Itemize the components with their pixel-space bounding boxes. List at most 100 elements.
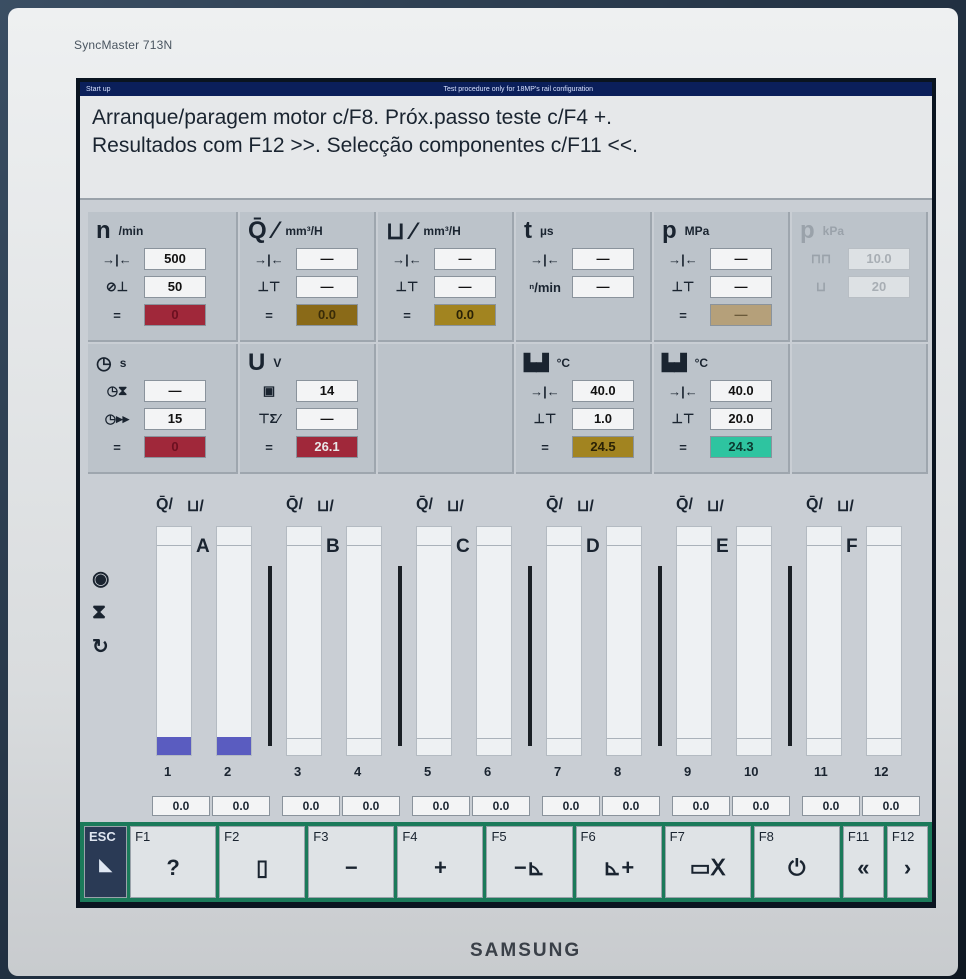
injector-value-5: 0.0 <box>412 796 470 816</box>
panel-temperature-1: ▙▟ °C →|← 40.0 ⊥⊤ 1.0 = 24.5 <box>516 344 652 474</box>
fkey-f11[interactable]: F11 « <box>842 826 884 898</box>
group-header: Q̄/ ⊔/ <box>282 496 412 516</box>
equals-icon: = <box>679 307 687 323</box>
help-icon: ? <box>166 855 180 880</box>
speed-tolerance[interactable]: 50 <box>144 276 206 298</box>
fkey-label: F3 <box>313 829 329 844</box>
delivery-quantity-icon: Q̄/ <box>286 496 303 513</box>
panel-empty <box>378 344 514 474</box>
equals-icon: = <box>113 307 121 323</box>
injector-value-9: 0.0 <box>672 796 730 816</box>
parameter-panels: n/min →|← 500 ⊘⊥ 50 = 0 ◷ s ◷⧗ — ◷▸▸ 15 = 0 Q̄ … <box>88 212 928 492</box>
flow-return-tolerance[interactable]: — <box>434 276 496 298</box>
group-label: C <box>456 536 470 557</box>
fkey-label: F1 <box>135 829 151 844</box>
fkey-f7[interactable]: F7 ▭Ⅹ <box>664 826 751 898</box>
injector-chart: ◉ ⧗ ↻ Q̄/⊔/1 2 A Q̄/⊔/3 4 B Q̄/⊔/5 6 C Q̄/⊔/7 8 D Q̄… <box>88 496 928 796</box>
flow-q-tolerance[interactable]: — <box>296 276 358 298</box>
fkey-f5[interactable]: F5 −⊾ <box>486 826 573 898</box>
group-header: Q̄/ ⊔/ <box>412 496 542 516</box>
fkey-label: F12 <box>891 829 915 844</box>
bar-bottom-tick <box>737 738 771 739</box>
fkey-f2[interactable]: F2 ▯ <box>219 826 306 898</box>
cycle-icon: ↻ <box>92 636 109 658</box>
bar-top-tick <box>417 545 451 546</box>
bar-bottom-tick <box>347 738 381 739</box>
fkey-label: ESC <box>89 829 116 844</box>
bar-top-tick <box>477 545 511 546</box>
panel-time: ◷ s ◷⧗ — ◷▸▸ 15 = 0 <box>88 344 238 474</box>
fkey-f6[interactable]: F6 ⊾+ <box>575 826 662 898</box>
injector-number: 10 <box>744 764 759 779</box>
injector-value-10: 0.0 <box>732 796 790 816</box>
fkey-f1[interactable]: F1? <box>130 826 217 898</box>
injector-number: 1 <box>164 764 172 779</box>
bar-bottom-tick <box>287 738 321 739</box>
bar-bottom-tick <box>607 738 641 739</box>
injector-number: 5 <box>424 764 432 779</box>
kpa-limit: 20 <box>848 276 910 298</box>
function-key-bar: ESC ◣ F1? F2 ▯ F3− F4 + F5 −⊾ F6 ⊾+ F7 ▭Ⅹ F8 ⏻ F11 « F12 › <box>80 822 932 902</box>
voltage-tolerance[interactable]: — <box>296 408 358 430</box>
temp2-setpoint[interactable]: 40.0 <box>710 380 772 402</box>
speed-setpoint[interactable]: 500 <box>144 248 206 270</box>
pressure-unit: MPa <box>684 224 710 238</box>
injector-values: 0.0 0.0 0.0 0.0 0.0 0.0 0.0 0.0 0.0 0.0 0.0 0.0 <box>88 796 928 818</box>
injector-number: 4 <box>354 764 362 779</box>
clipboard-icon: ▯ <box>256 855 269 880</box>
injector-bar-11 <box>806 526 842 756</box>
group-label: F <box>846 536 858 557</box>
setpoint-icon: →|← <box>668 251 698 267</box>
monitor-screen: Start up Test procedure only for 18MP's … <box>76 78 936 908</box>
pulse-symbol: t <box>524 217 532 244</box>
return-quantity-icon: ⊔/ <box>186 498 204 515</box>
injector-bar-3 <box>286 526 322 756</box>
next-icon: › <box>903 855 912 880</box>
panel-empty-2 <box>792 344 928 474</box>
delivery-quantity-icon: Q̄/ <box>676 496 693 513</box>
speed-actual: 0 <box>144 304 206 326</box>
fkey-f8[interactable]: F8 ⏻ <box>753 826 840 898</box>
time-duration[interactable]: 15 <box>144 408 206 430</box>
temp1-setpoint[interactable]: 40.0 <box>572 380 634 402</box>
return-quantity-icon: ⊔/ <box>706 498 724 515</box>
pressure-setpoint[interactable]: — <box>710 248 772 270</box>
temp1-tolerance[interactable]: 1.0 <box>572 408 634 430</box>
flow-q-setpoint[interactable]: — <box>296 248 358 270</box>
equals-icon: = <box>541 439 549 455</box>
pressure-tolerance[interactable]: — <box>710 276 772 298</box>
instruction-message: Arranque/paragem motor c/F8. Próx.passo … <box>80 96 932 200</box>
bar-top-tick <box>157 545 191 546</box>
flow-q-actual: 0.0 <box>296 304 358 326</box>
power-icon: ⏻ <box>788 855 806 880</box>
fkey-esc[interactable]: ESC ◣ <box>84 826 128 898</box>
bar-bottom-tick <box>807 738 841 739</box>
injector-value-12: 0.0 <box>862 796 920 816</box>
pulse-setpoint[interactable]: — <box>572 248 634 270</box>
fkey-f4[interactable]: F4 + <box>397 826 484 898</box>
setpoint-icon: →|← <box>530 383 560 399</box>
group-separator <box>658 566 662 746</box>
equals-icon: = <box>113 439 121 455</box>
group-header: Q̄/ ⊔/ <box>542 496 672 516</box>
injector-number: 2 <box>224 764 232 779</box>
bar-top-tick <box>347 545 381 546</box>
pressure-symbol: p <box>662 217 677 244</box>
fkey-f12[interactable]: F12 › <box>886 826 929 898</box>
pulse-frequency[interactable]: — <box>572 276 634 298</box>
injector-bar-12 <box>866 526 902 756</box>
flow-return-setpoint[interactable]: — <box>434 248 496 270</box>
bar-fill <box>217 736 251 755</box>
voltage-setpoint[interactable]: 14 <box>296 380 358 402</box>
panel-speed: n/min →|← 500 ⊘⊥ 50 = 0 <box>88 212 238 342</box>
injector-group-c: Q̄/ ⊔/ 5 6 C <box>412 496 542 786</box>
flow-q-unit: mm³/H <box>285 224 323 238</box>
fkey-f3[interactable]: F3− <box>308 826 395 898</box>
time-setpoint[interactable]: — <box>144 380 206 402</box>
temp2-actual: 24.3 <box>710 436 772 458</box>
temp2-tolerance[interactable]: 20.0 <box>710 408 772 430</box>
injector-number: 7 <box>554 764 562 779</box>
kpa-unit: kPa <box>822 224 845 238</box>
injector-value-1: 0.0 <box>152 796 210 816</box>
bar-top-tick <box>867 545 901 546</box>
